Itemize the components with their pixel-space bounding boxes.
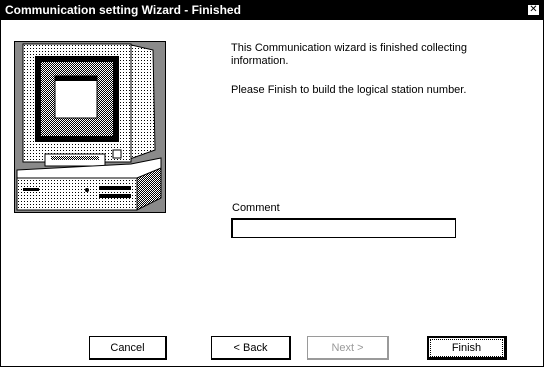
back-button[interactable]: < Back	[211, 336, 291, 360]
finished-message: This Communication wizard is finished co…	[231, 42, 467, 67]
comment-input[interactable]	[231, 218, 456, 238]
finish-button[interactable]: Finish	[427, 336, 507, 360]
close-button[interactable]: ✕	[527, 4, 540, 16]
wizard-window: Communication setting Wizard - Finished …	[0, 0, 544, 367]
cancel-button[interactable]: Cancel	[89, 336, 167, 360]
close-icon: ✕	[529, 4, 538, 15]
window-title: Communication setting Wizard - Finished	[5, 3, 241, 17]
comment-label: Comment	[232, 202, 280, 214]
computer-illustration	[14, 41, 166, 213]
title-bar[interactable]: Communication setting Wizard - Finished …	[1, 1, 543, 20]
finish-label: Finish	[430, 339, 503, 357]
instruction-message: Please Finish to build the logical stati…	[231, 84, 467, 96]
computer-icon	[15, 42, 165, 212]
next-button[interactable]: Next >	[307, 336, 389, 360]
